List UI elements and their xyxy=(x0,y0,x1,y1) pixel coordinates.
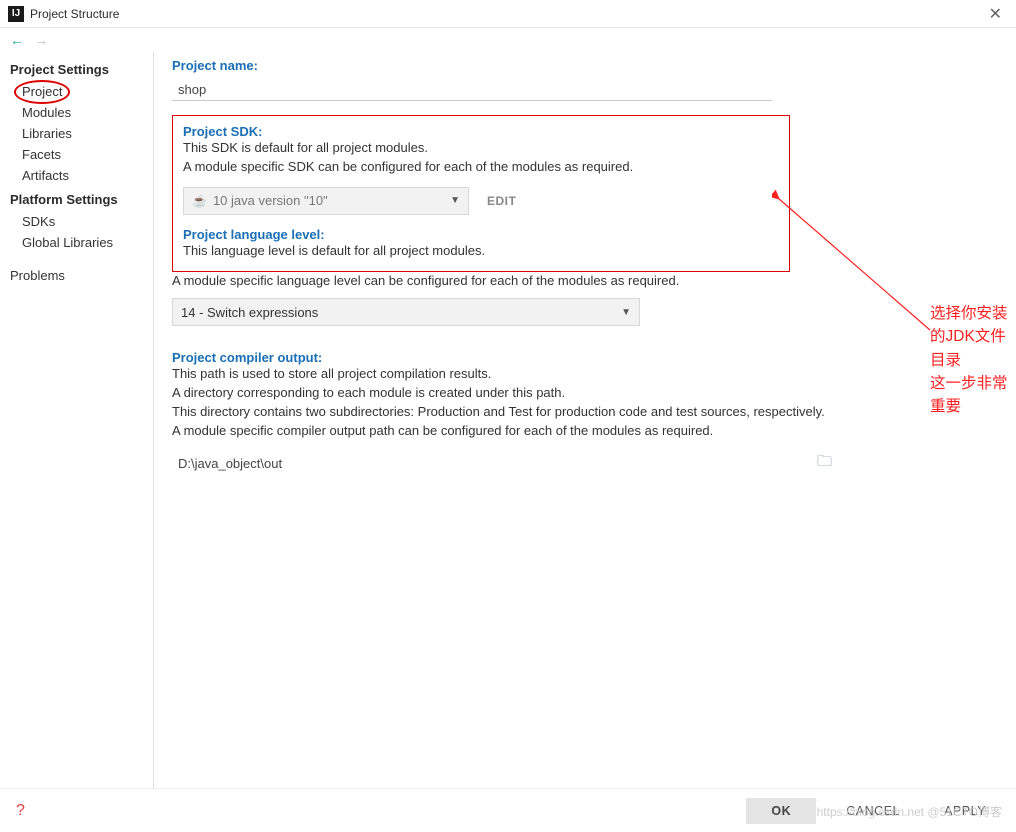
java-icon: ☕ xyxy=(192,194,207,208)
lang-desc-1: This language level is default for all p… xyxy=(183,242,779,261)
sidebar-item-project[interactable]: Project xyxy=(0,81,153,102)
chevron-down-icon: ▼ xyxy=(450,195,460,206)
ok-button[interactable]: OK xyxy=(746,798,816,824)
close-icon[interactable]: ✕ xyxy=(983,4,1008,24)
edit-sdk-link[interactable]: EDIT xyxy=(487,194,516,208)
annotation-line-2: 这一步非常重要 xyxy=(930,372,1016,419)
output-path-row: D:\java_object\out 🗀 xyxy=(172,451,832,476)
window-title: Project Structure xyxy=(30,7,119,21)
sidebar-item-facets[interactable]: Facets xyxy=(0,144,153,165)
main-area: Project Settings Project Modules Librari… xyxy=(0,52,1016,788)
compiler-output-label: Project compiler output: xyxy=(172,350,988,365)
output-desc-1: This path is used to store all project c… xyxy=(172,365,988,384)
title-bar: IJ Project Structure ✕ xyxy=(0,0,1016,28)
content-panel: Project name: Project SDK: This SDK is d… xyxy=(154,52,1016,788)
annotation-line-1: 选择你安装的JDK文件目录 xyxy=(930,302,1016,372)
sidebar-header-project-settings: Project Settings xyxy=(0,56,153,81)
project-sdk-label: Project SDK: xyxy=(183,124,779,139)
back-icon[interactable]: ← xyxy=(10,32,24,48)
sidebar-item-global-libraries[interactable]: Global Libraries xyxy=(0,232,153,253)
app-icon: IJ xyxy=(8,6,24,22)
sidebar-header-platform-settings: Platform Settings xyxy=(0,186,153,211)
sdk-dropdown[interactable]: ☕ 10 java version "10" ▼ xyxy=(183,187,469,215)
sidebar-item-modules[interactable]: Modules xyxy=(0,102,153,123)
sidebar-item-artifacts[interactable]: Artifacts xyxy=(0,165,153,186)
output-desc-4: A module specific compiler output path c… xyxy=(172,422,988,441)
sdk-desc-2: A module specific SDK can be configured … xyxy=(183,158,779,177)
language-level-label: Project language level: xyxy=(183,227,779,242)
help-icon[interactable]: ? xyxy=(16,802,25,820)
output-desc-3: This directory contains two subdirectori… xyxy=(172,403,988,422)
sidebar: Project Settings Project Modules Librari… xyxy=(0,52,154,788)
sdk-desc-1: This SDK is default for all project modu… xyxy=(183,139,779,158)
lang-desc-2: A module specific language level can be … xyxy=(172,272,988,291)
forward-icon[interactable]: → xyxy=(34,32,48,48)
chevron-down-icon: ▼ xyxy=(621,307,631,318)
annotation-text: 选择你安装的JDK文件目录 这一步非常重要 xyxy=(930,302,1016,418)
sidebar-item-libraries[interactable]: Libraries xyxy=(0,123,153,144)
sdk-highlight-box: Project SDK: This SDK is default for all… xyxy=(172,115,790,272)
bottom-bar: ? OK CANCEL APPLY xyxy=(0,788,1016,832)
apply-button[interactable]: APPLY xyxy=(930,798,1000,824)
output-desc-2: A directory corresponding to each module… xyxy=(172,384,988,403)
language-level-dropdown[interactable]: 14 - Switch expressions ▼ xyxy=(172,298,640,326)
sidebar-item-problems[interactable]: Problems xyxy=(0,265,153,286)
nav-toolbar: ← → xyxy=(0,28,1016,52)
project-name-label: Project name: xyxy=(172,58,988,73)
cancel-button[interactable]: CANCEL xyxy=(834,798,912,824)
folder-browse-icon[interactable]: 🗀 xyxy=(817,451,832,476)
project-name-input[interactable] xyxy=(172,79,772,101)
language-level-value: 14 - Switch expressions xyxy=(181,305,318,320)
sdk-selected-value: 10 java version "10" xyxy=(213,193,328,208)
output-path-value: D:\java_object\out xyxy=(172,456,817,471)
sidebar-item-sdks[interactable]: SDKs xyxy=(0,211,153,232)
